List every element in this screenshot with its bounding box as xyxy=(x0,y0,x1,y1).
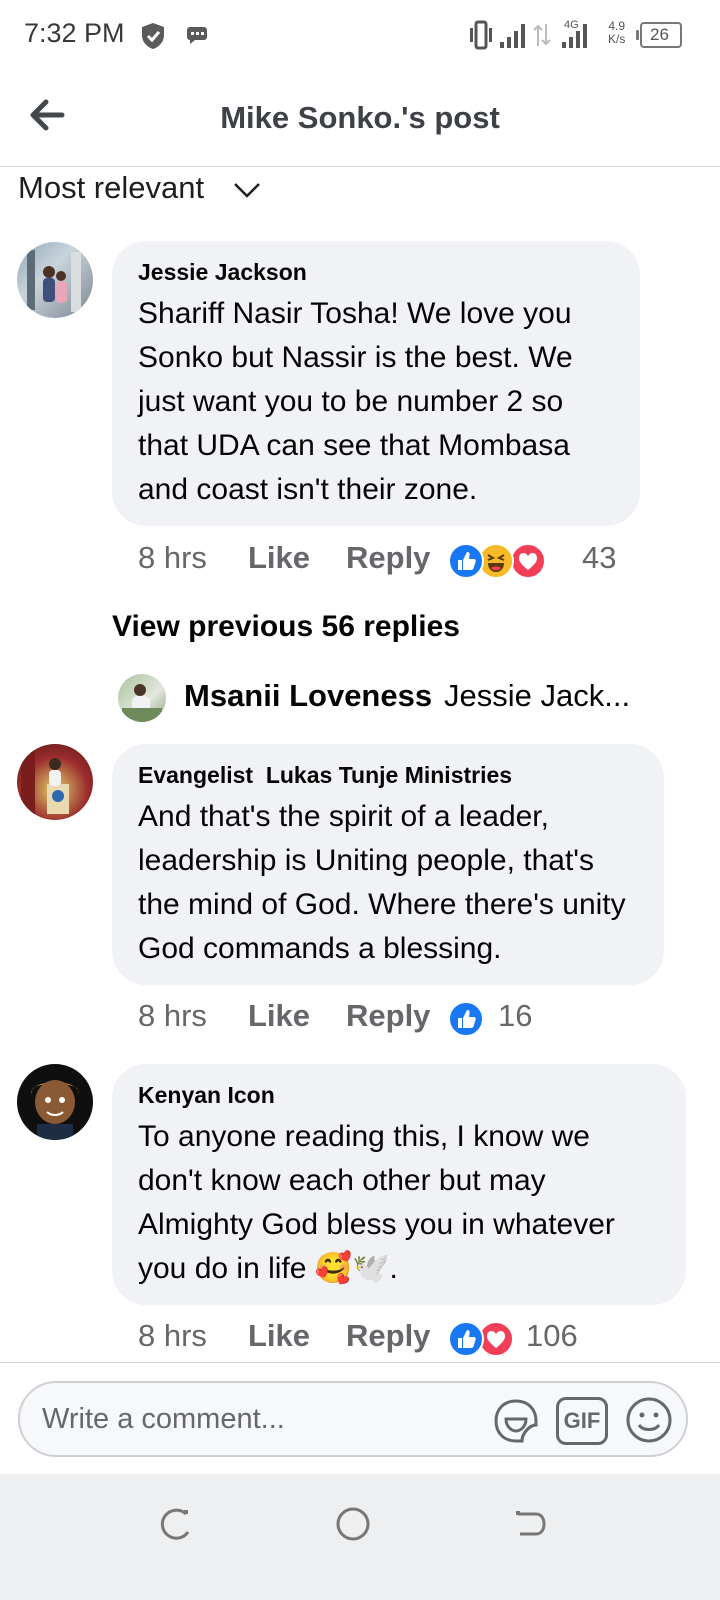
like-reaction-icon xyxy=(448,1001,484,1037)
comment-bubble[interactable]: Evangelist Lukas Tunje Ministries And th… xyxy=(112,744,664,985)
avatar-photo xyxy=(21,748,69,816)
emoji-icon[interactable] xyxy=(624,1395,674,1445)
comment-actions: 8 hrs Like Reply 16 xyxy=(138,998,698,1038)
reply-button[interactable]: Reply xyxy=(346,998,430,1034)
home-icon[interactable] xyxy=(333,1504,373,1544)
love-reaction-icon xyxy=(510,543,546,579)
reaction-count[interactable]: 106 xyxy=(526,1318,578,1354)
reply-author[interactable]: Msanii Loveness xyxy=(184,678,432,714)
battery-indicator: 26 xyxy=(636,22,682,48)
message-icon xyxy=(187,27,207,44)
comment-bubble[interactable]: Jessie Jackson Shariff Nasir Tosha! We l… xyxy=(112,241,640,526)
like-button[interactable]: Like xyxy=(248,998,310,1034)
reply-button[interactable]: Reply xyxy=(346,1318,430,1354)
comment-actions: 8 hrs Like Reply 43 xyxy=(138,540,698,580)
like-reaction-icon xyxy=(448,543,484,579)
comment-text: And that's the spirit of a leader, leade… xyxy=(138,800,626,965)
comment-bubble[interactable]: Kenyan Icon To anyone reading this, I kn… xyxy=(112,1064,686,1305)
gif-button[interactable]: GIF xyxy=(556,1397,608,1445)
comment-author[interactable]: Jessie Jackson xyxy=(138,259,616,286)
comment-input[interactable]: Write a comment... GIF xyxy=(18,1381,688,1457)
reaction-count[interactable]: 43 xyxy=(582,540,616,576)
avatar[interactable] xyxy=(17,242,93,318)
comment-text: To anyone reading this, I know we don't … xyxy=(138,1120,615,1285)
post-header: Mike Sonko.'s post xyxy=(0,72,720,167)
comment-time: 8 hrs xyxy=(138,1318,207,1353)
status-bar: 7:32 PM 4G 4.9 K/s 26 xyxy=(0,0,720,72)
like-button[interactable]: Like xyxy=(248,1318,310,1354)
reaction-count[interactable]: 16 xyxy=(498,998,532,1034)
recent-apps-icon[interactable] xyxy=(156,1504,196,1544)
comment-actions: 8 hrs Like Reply 106 xyxy=(138,1318,698,1358)
shield-icon xyxy=(142,23,164,49)
status-time: 7:32 PM xyxy=(24,18,125,48)
view-previous-replies-link[interactable]: View previous 56 replies xyxy=(112,610,460,644)
avatar[interactable] xyxy=(17,744,93,820)
reply-preview[interactable]: Msanii Loveness Jessie Jack... xyxy=(118,672,678,724)
signal-icons: 4G xyxy=(470,19,587,50)
comment-author[interactable]: Kenyan Icon xyxy=(138,1082,662,1109)
avatar-photo xyxy=(31,1080,79,1140)
back-nav-icon[interactable] xyxy=(510,1504,550,1544)
reply-text: Jessie Jack... xyxy=(444,678,631,713)
comment-author[interactable]: Evangelist Lukas Tunje Ministries xyxy=(138,762,640,789)
avatar-photo xyxy=(27,250,81,312)
sticker-icon[interactable] xyxy=(490,1395,542,1447)
page-title: Mike Sonko.'s post xyxy=(220,100,500,135)
comment-composer: Write a comment... GIF xyxy=(0,1362,720,1475)
avatar xyxy=(118,674,166,722)
comment-placeholder: Write a comment... xyxy=(42,1403,285,1435)
system-nav-bar xyxy=(0,1474,720,1600)
net-speed-unit: K/s xyxy=(608,32,626,46)
like-reaction-icon xyxy=(448,1321,484,1357)
comment-time: 8 hrs xyxy=(138,998,207,1033)
network-speed: 4.9 K/s xyxy=(608,20,625,46)
reply-button[interactable]: Reply xyxy=(346,540,430,576)
avatar[interactable] xyxy=(17,1064,93,1140)
avatar-photo xyxy=(122,684,162,722)
sort-dropdown-label[interactable]: Most relevant xyxy=(18,170,204,206)
chevron-down-icon[interactable] xyxy=(232,180,262,200)
comment-time: 8 hrs xyxy=(138,540,207,575)
comment-text: Shariff Nasir Tosha! We love you Sonko b… xyxy=(138,297,573,506)
like-button[interactable]: Like xyxy=(248,540,310,576)
network-type: 4G xyxy=(564,19,579,31)
